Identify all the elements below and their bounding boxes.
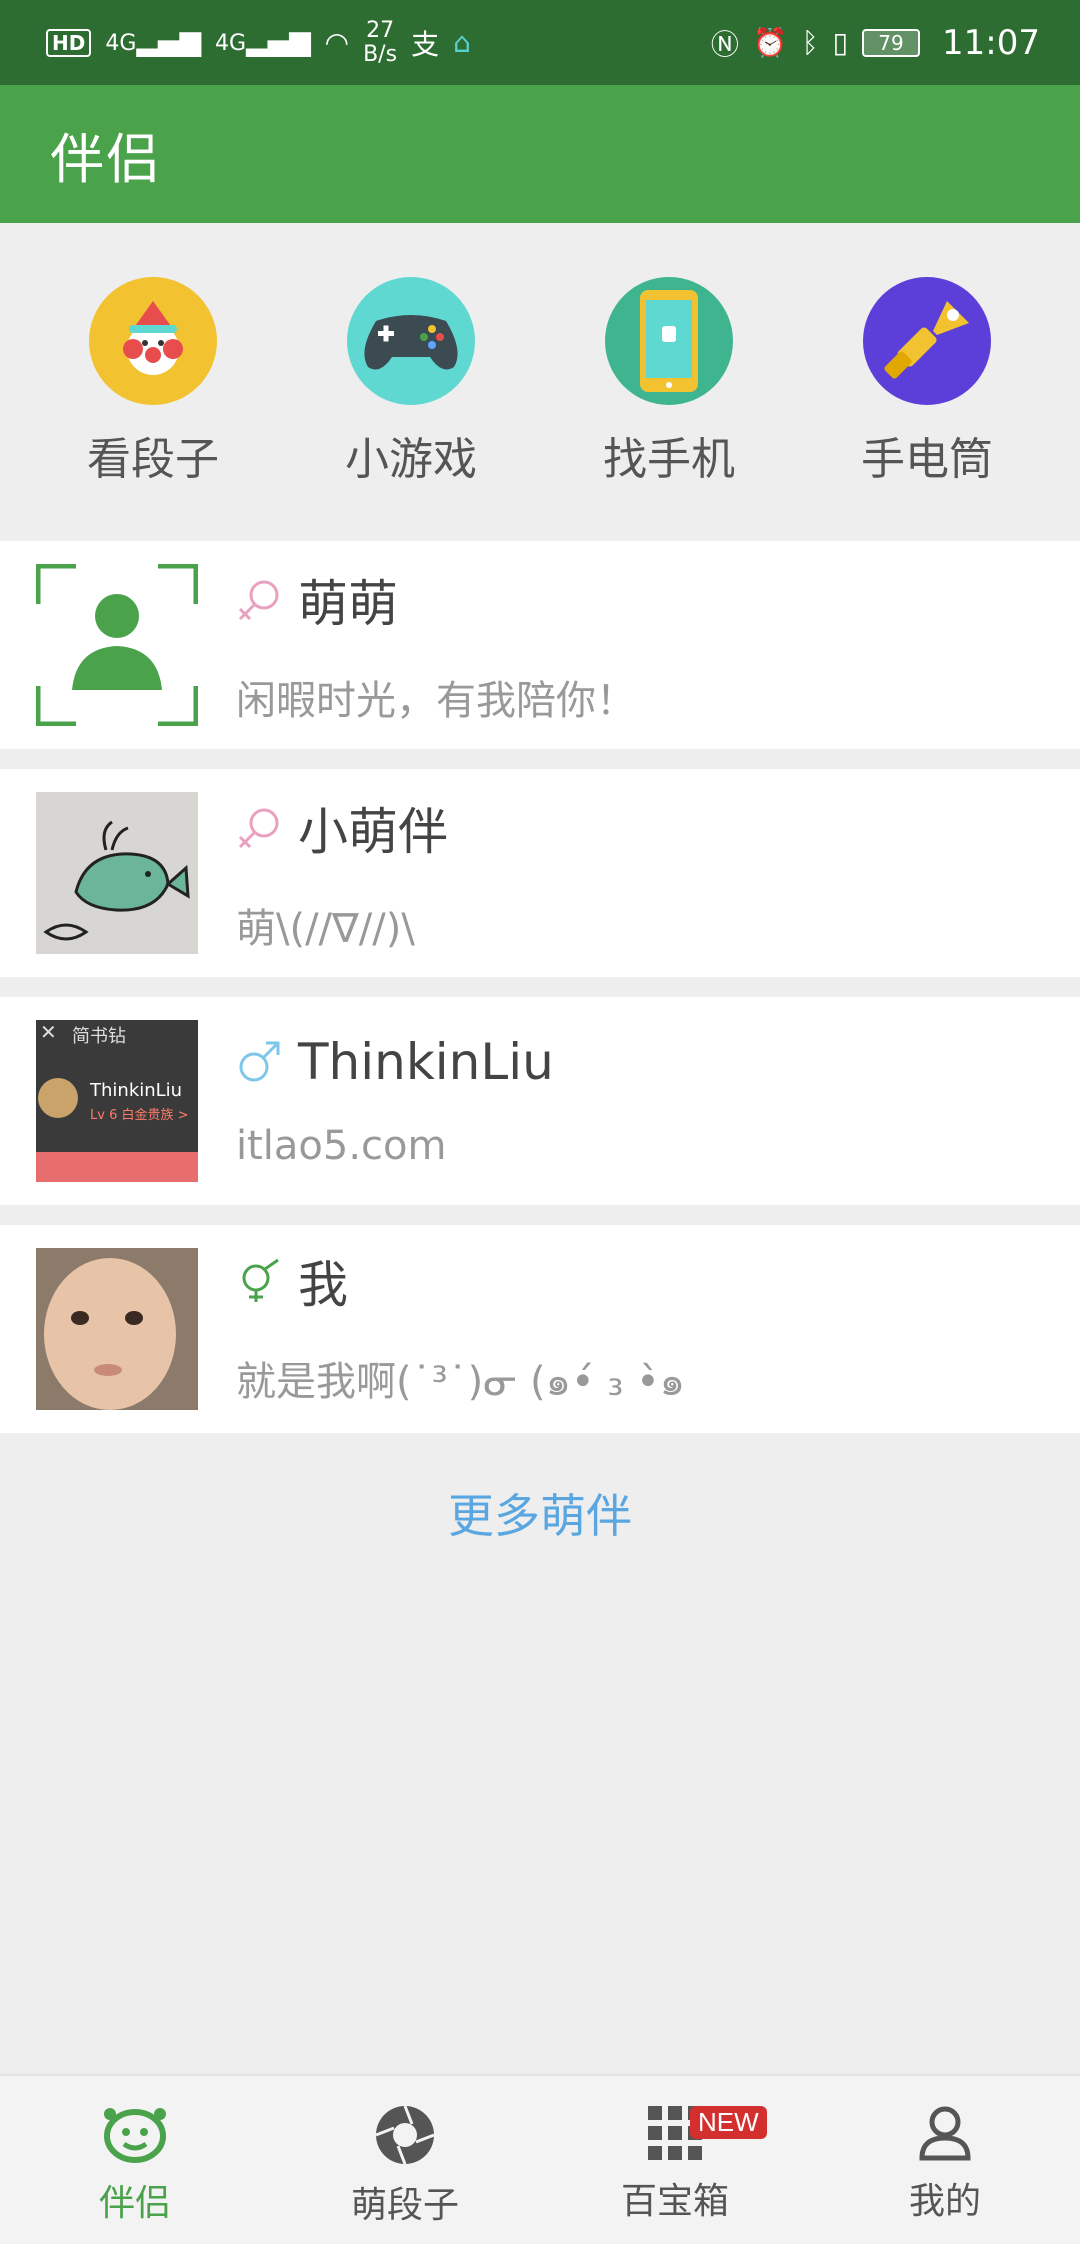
person-icon: [919, 2106, 971, 2161]
nav-toolbox[interactable]: NEW 百宝箱: [540, 2076, 810, 2244]
nav-label: 萌段子: [350, 2185, 459, 2226]
bottom-nav: 伴侣 萌段子 NEW 百宝箱 我的: [0, 2074, 1080, 2244]
nav-label: 百宝箱: [620, 2181, 729, 2222]
network-4g-2: 4G▂▄▆: [215, 24, 311, 57]
name-row: ThinkinLiu: [236, 1033, 554, 1091]
avatar-close-icon: ✕: [40, 1020, 57, 1044]
alarm-icon: ⏰: [752, 26, 788, 59]
nav-label: 伴侣: [98, 2183, 171, 2224]
network-speed: 27 B/s: [363, 17, 398, 67]
quick-action-label: 小游戏: [345, 434, 477, 485]
gender-neutral-icon: [242, 1258, 279, 1302]
companion-list: 萌萌 闲暇时光，有我陪你！ 小萌伴 萌\(//∇//)\ 简书钻 ✕ Think…: [0, 541, 1080, 1453]
companion-name: ThinkinLiu: [298, 1033, 554, 1091]
quick-actions: 看段子 小游戏 找手机 手电筒: [0, 223, 1080, 541]
female-icon: [238, 580, 279, 621]
nav-label: 我的: [908, 2181, 981, 2222]
item-body: 小萌伴 萌\(//∇//)\: [236, 792, 448, 954]
lock-icon: ⌂: [453, 26, 471, 59]
network-4g-1: 4G▂▄▆: [105, 24, 201, 57]
bluetooth-icon: ᛒ: [801, 26, 819, 59]
male-icon: [239, 1041, 280, 1082]
female-icon: [238, 808, 279, 849]
quick-action-games[interactable]: 小游戏: [301, 277, 521, 487]
avatar-photo: [38, 1078, 78, 1118]
companion-desc: 萌\(//∇//)\: [236, 906, 415, 952]
avatar-footer: [36, 1152, 198, 1182]
quick-action-flashlight[interactable]: 手电筒: [817, 277, 1037, 487]
quick-action-label: 看段子: [87, 434, 219, 485]
new-badge: NEW: [690, 2106, 767, 2139]
signal-icon: ▂▄▆: [136, 24, 201, 57]
list-item[interactable]: 简书钻 ✕ ThinkinLiu Lv 6 白金贵族 > ThinkinLiu …: [0, 997, 1080, 1205]
item-body: ThinkinLiu itlao5.com: [236, 1033, 554, 1169]
signal-icon: ▂▄▆: [246, 24, 311, 57]
clown-icon: [89, 277, 217, 405]
avatar-title: 简书钻: [72, 1026, 126, 1047]
avatar: [36, 1248, 198, 1410]
companion-desc: itlao5.com: [236, 1123, 447, 1169]
camera-shutter-icon: [375, 2105, 435, 2165]
nav-jokes[interactable]: 萌段子: [270, 2076, 540, 2244]
avatar: [36, 792, 198, 954]
page-title: 伴侣: [50, 127, 162, 191]
flashlight-icon: [863, 277, 991, 405]
smiley-icon: [104, 2108, 166, 2163]
status-right: Ⓝ ⏰ ᛒ ▯ 79 11:07: [711, 23, 1040, 63]
avatar-level: Lv 6 白金贵族 >: [90, 1108, 189, 1123]
avatar-name: ThinkinLiu: [90, 1080, 183, 1101]
app-bar: 伴侣: [0, 85, 1080, 223]
companion-name: 萌萌: [298, 575, 398, 633]
name-row: 小萌伴: [236, 792, 448, 864]
quick-action-label: 找手机: [603, 434, 735, 485]
hd-badge: HD: [46, 28, 92, 57]
battery-icon: 79: [862, 28, 921, 57]
avatar: 简书钻 ✕ ThinkinLiu Lv 6 白金贵族 >: [36, 1020, 198, 1182]
more-companions-link[interactable]: 更多萌伴: [0, 1480, 1080, 1546]
vibrate-icon: ▯: [832, 26, 849, 59]
list-item[interactable]: 萌萌 闲暇时光，有我陪你！: [0, 541, 1080, 749]
quick-action-find-phone[interactable]: 找手机: [559, 277, 779, 487]
item-body: 我 就是我啊(˙³˙)ᓂ (๑•́ ₃ •̀๑: [236, 1245, 685, 1413]
list-item[interactable]: 我 就是我啊(˙³˙)ᓂ (๑•́ ₃ •̀๑: [0, 1225, 1080, 1433]
companion-name: 我: [298, 1256, 348, 1314]
companion-desc: 闲暇时光，有我陪你！: [236, 678, 636, 724]
nav-companion[interactable]: 伴侣: [0, 2076, 270, 2244]
list-item[interactable]: 小萌伴 萌\(//∇//)\: [0, 769, 1080, 977]
clock: 11:07: [942, 22, 1040, 63]
nfc-icon: Ⓝ: [710, 27, 739, 61]
quick-action-jokes[interactable]: 看段子: [43, 277, 263, 487]
name-row: 萌萌: [236, 564, 636, 636]
status-bar: HD 4G▂▄▆ 4G▂▄▆ ◠ 27 B/s 支 ⌂ Ⓝ ⏰ ᛒ ▯ 79 1…: [0, 0, 1080, 85]
avatar: [35, 563, 199, 727]
status-left: HD 4G▂▄▆ 4G▂▄▆ ◠ 27 B/s 支 ⌂: [46, 17, 471, 67]
companion-name: 小萌伴: [298, 803, 448, 861]
alipay-icon: 支: [411, 27, 440, 61]
name-row: 我: [236, 1245, 685, 1317]
nav-profile[interactable]: 我的: [810, 2076, 1080, 2244]
wifi-icon: ◠: [324, 26, 350, 59]
companion-desc: 就是我啊(˙³˙)ᓂ (๑•́ ₃ •̀๑: [236, 1359, 686, 1405]
gamepad-icon: [347, 277, 475, 405]
phone-icon: [605, 277, 733, 405]
item-body: 萌萌 闲暇时光，有我陪你！: [236, 564, 636, 726]
quick-action-label: 手电筒: [861, 434, 993, 485]
